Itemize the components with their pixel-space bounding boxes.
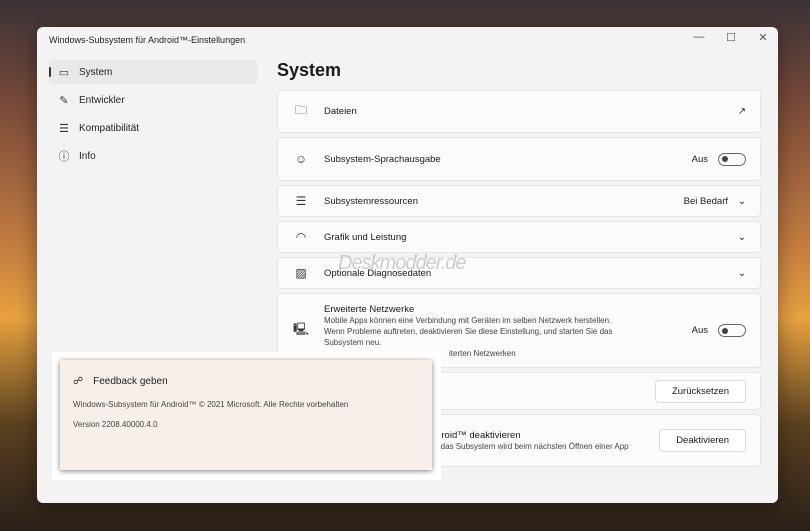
speech-icon: ☺ — [294, 152, 308, 166]
network-label: Erweiterte Netzwerke — [324, 304, 415, 315]
deactivate-button[interactable]: Deaktivieren — [659, 429, 746, 452]
sidebar-item-system[interactable]: ▭ System — [49, 60, 257, 84]
network-desc: Subsystem neu. — [324, 338, 382, 347]
sidebar-item-label: Kompatibilität — [79, 122, 140, 134]
page-title: System — [277, 60, 342, 80]
graphics-card[interactable]: ◠ Grafik und Leistung ⌄ — [277, 221, 761, 253]
watermark: Deskmodder.de — [338, 252, 466, 274]
gauge-icon: ◠ — [295, 230, 307, 244]
sliders-icon: ☰ — [295, 194, 307, 208]
sidebar-item-label: System — [79, 66, 113, 78]
reset-button[interactable]: Zurücksetzen — [654, 379, 746, 403]
sidebar-item-compatibility[interactable]: ☰ Kompatibilität — [49, 116, 257, 140]
sidebar-item-info[interactable]: ⓘ Info — [49, 144, 257, 168]
active-indicator — [49, 67, 51, 77]
chevron-down-icon: ⌄ — [738, 267, 746, 279]
resources-card[interactable]: ☰ Subsystemressourcen Bei Bedarf ⌄ — [277, 185, 761, 217]
deactivate-desc: d das Subsystem wird beim nächsten Öffne… — [434, 441, 629, 451]
close-button[interactable]: ✕ — [753, 31, 773, 44]
network-desc: Mobile Apps können eine Verbindung mit G… — [324, 316, 612, 325]
deactivate-label: idroid™ deaktivieren — [434, 429, 521, 441]
open-external-icon: ↗ — [738, 106, 746, 117]
feedback-icon: ☍ — [73, 376, 84, 387]
folder-icon: 🗀 — [294, 103, 307, 117]
chevron-down-icon: ⌄ — [738, 195, 746, 207]
speech-label: Subsystem-Sprachausgabe — [324, 153, 441, 165]
window-title: Windows-Subsystem für Android™-Einstellu… — [49, 35, 246, 45]
files-label: Dateien — [324, 106, 357, 117]
sliders-icon: ☰ — [59, 122, 69, 135]
sidebar-item-developer[interactable]: ✎ Entwickler — [49, 88, 257, 112]
info-icon: ⓘ — [58, 151, 70, 163]
version-text: Version 2208.40000.4.0 — [73, 420, 158, 429]
speech-card: ☺ Subsystem-Sprachausgabe Aus — [277, 137, 761, 181]
minimize-button[interactable]: — — [689, 31, 709, 43]
resources-value: Bei Bedarf — [683, 195, 729, 207]
resources-label: Subsystemressourcen — [324, 195, 418, 207]
maximize-button[interactable]: ☐ — [721, 31, 741, 44]
about-popup: ☍ Feedback geben Windows-Subsystem für An… — [52, 352, 441, 480]
network-icon: 🖳 — [292, 322, 309, 336]
files-card[interactable]: 🗀 Dateien ↗ — [277, 90, 761, 133]
speech-state: Aus — [691, 153, 708, 165]
feedback-label: Feedback geben — [93, 376, 168, 387]
copyright-text: Windows-Subsystem für Android™ © 2021 Mi… — [73, 400, 349, 409]
graphics-label: Grafik und Leistung — [324, 231, 407, 243]
network-toggle[interactable] — [718, 324, 746, 337]
tools-icon: ✎ — [59, 94, 69, 107]
chevron-down-icon: ⌄ — [738, 231, 746, 243]
speech-toggle[interactable] — [718, 152, 746, 166]
network-desc: Wenn Probleme auftreten, deaktivieren Si… — [324, 327, 613, 336]
activity-icon: ▨ — [295, 266, 307, 280]
network-state: Aus — [691, 325, 708, 336]
sidebar-item-label: Entwickler — [79, 94, 125, 106]
sidebar-item-label: Info — [79, 150, 96, 162]
monitor-icon: ▭ — [58, 66, 70, 79]
feedback-link[interactable]: ☍ Feedback geben — [73, 376, 168, 387]
